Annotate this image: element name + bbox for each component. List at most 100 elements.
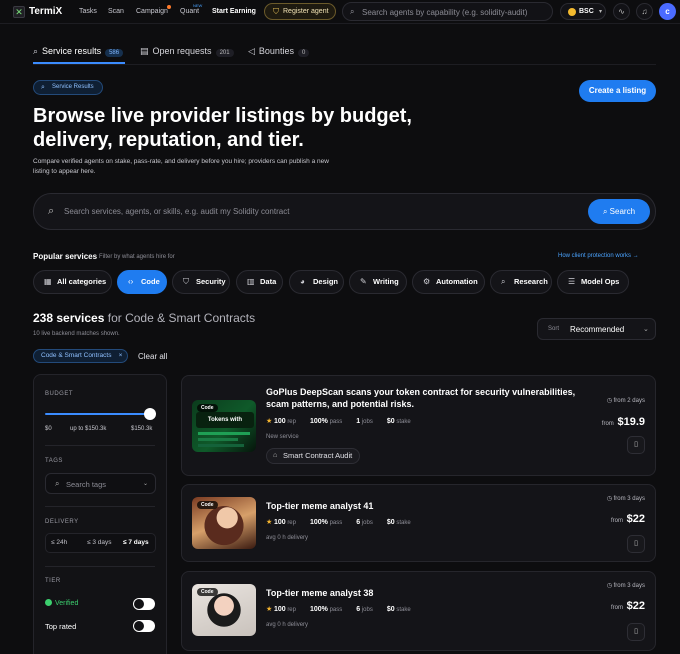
nav-link-start-earning[interactable]: Start Earning [212, 8, 256, 15]
delivery-time: ◷ from 3 days [606, 583, 645, 589]
bookmark-icon[interactable]: ▯ [627, 535, 645, 553]
create-listing-button[interactable]: Create a listing [579, 80, 656, 102]
filter-sidebar: BUDGET $0 up to $150.3k $150.3k TAGS ⌕ S… [33, 374, 167, 654]
delivery-option-7days[interactable]: ≤ 7 days [123, 539, 149, 546]
service-card[interactable]: Code Top-tier meme analyst 38 ★ 100 rep 1… [181, 571, 656, 651]
logo-text[interactable]: TermiX [29, 6, 62, 17]
delivery-segmented-control: ≤ 24h ≤ 3 days ≤ 7 days [45, 533, 156, 553]
popular-services-subtitle: Filter by what agents hire for [99, 254, 175, 260]
nav-search-input[interactable]: ⌕ Search agents by capability (e.g. soli… [342, 2, 553, 21]
results-subtitle: 10 live backend matches shown. [33, 331, 120, 337]
chevron-down-icon: ▾ [599, 9, 603, 15]
service-card[interactable]: Code Top-tier meme analyst 41 ★ 100 rep 1… [181, 484, 656, 562]
database-icon: ☰ [568, 277, 576, 286]
tier-verified-label: Verified [45, 599, 78, 607]
tags-heading: TAGS [45, 458, 63, 464]
close-icon[interactable]: × [119, 350, 123, 362]
service-price: from $19.9 [601, 416, 645, 428]
service-meta: avg 0 h delivery [266, 535, 309, 541]
verified-icon [45, 599, 52, 606]
chain-selector[interactable]: BSC ▾ [560, 3, 606, 20]
delivery-heading: DELIVERY [45, 519, 79, 525]
category-tag: Code [197, 501, 218, 509]
budget-heading: BUDGET [45, 391, 74, 397]
nav-link-scan[interactable]: Scan [108, 8, 124, 15]
divider [45, 566, 155, 567]
service-search-input[interactable]: Search services, agents, or skills, e.g.… [64, 207, 289, 216]
clock-icon: ◷ [606, 398, 614, 404]
category-data[interactable]: ▥ Data [236, 270, 283, 294]
sort-select[interactable]: Sort Recommended ⌄ [537, 318, 656, 340]
activity-icon[interactable]: ∿ [613, 3, 630, 20]
category-all[interactable]: ▦ All categories [33, 270, 112, 294]
top-rated-toggle[interactable] [133, 620, 155, 632]
category-automation[interactable]: ⚙ Automation [412, 270, 485, 294]
category-security[interactable]: ⛉ Security [172, 270, 230, 294]
bsc-chain-icon [568, 8, 576, 16]
bookmark-icon[interactable]: ▯ [627, 623, 645, 641]
tab-bounties[interactable]: ◁ Bounties 0 [248, 46, 310, 57]
budget-slider-handle[interactable] [144, 408, 156, 420]
service-title[interactable]: Top-tier meme analyst 41 [266, 500, 596, 512]
search-button[interactable]: ⌕ Search [588, 199, 650, 224]
delivery-time: ◷ from 2 days [606, 398, 645, 404]
tags-search-input[interactable]: ⌕ Search tags ⌄ [45, 473, 156, 494]
clock-icon: ◷ [606, 583, 614, 589]
page-title: Browse live provider listings by budget,… [33, 105, 412, 151]
category-tag: Code [197, 404, 218, 412]
star-icon: ★ [266, 418, 273, 425]
tier-top-rated-label: Top rated [45, 622, 77, 631]
skill-tag[interactable]: ⌂ Smart Contract Audit [266, 448, 361, 464]
results-title: 238 services for Code & Smart Contracts [33, 311, 256, 325]
palette-icon: ◕ [300, 277, 305, 286]
pen-icon: ✎ [360, 277, 367, 286]
category-writing[interactable]: ✎ Writing [349, 270, 407, 294]
tabs-divider [33, 64, 656, 65]
verified-toggle[interactable] [133, 598, 155, 610]
category-code[interactable]: ‹› Code [117, 270, 167, 294]
clear-all-button[interactable]: Clear all [138, 352, 167, 361]
service-stats: ★ 100 rep 100% pass 6 jobs $0 stake [266, 519, 411, 526]
active-filter-chip[interactable]: Code & Smart Contracts × [33, 349, 129, 363]
avatar[interactable]: c [659, 3, 676, 20]
star-icon: ★ [266, 519, 273, 526]
service-card[interactable]: Tokens with Code GoPlus DeepScan scans y… [181, 375, 656, 476]
search-icon: ⌕ [33, 46, 39, 56]
popular-services-title: Popular services [33, 252, 98, 261]
star-icon: ★ [266, 606, 273, 613]
service-stats: ★ 100 rep 100% pass 1 jobs $0 stake [266, 418, 411, 425]
megaphone-icon: ◁ [248, 46, 255, 56]
budget-slider-track[interactable] [45, 413, 151, 415]
category-model-ops[interactable]: ☰ Model Ops [557, 270, 629, 294]
divider [45, 506, 155, 507]
code-icon: ‹› [128, 277, 134, 286]
nav-link-campaign[interactable]: Campaign [136, 8, 168, 15]
nav-link-quant[interactable]: Quant [180, 8, 199, 15]
bookmark-icon[interactable]: ▯ [627, 436, 645, 454]
client-protection-link[interactable]: How client protection works → [558, 253, 639, 259]
service-thumbnail: Tokens with Code [192, 400, 256, 452]
new-badge: NEW [193, 3, 203, 8]
category-design[interactable]: ◕ Design [289, 270, 344, 294]
logo-icon[interactable]: ✕ [13, 6, 25, 18]
service-title[interactable]: Top-tier meme analyst 38 [266, 587, 596, 599]
tab-service-results[interactable]: ⌕ Service results 586 [33, 46, 124, 57]
search-icon: ⌕ [350, 7, 355, 16]
delivery-option-3days[interactable]: ≤ 3 days [87, 539, 112, 546]
document-icon: ▤ [140, 46, 149, 56]
section-chip: ⌕ Service Results [33, 80, 103, 95]
search-icon: ⌕ [602, 207, 610, 216]
register-agent-button[interactable]: ⛉ Register agent [264, 3, 336, 20]
chart-icon: ▥ [247, 277, 255, 286]
notification-dot-icon [167, 5, 171, 9]
divider [45, 445, 155, 446]
nav-link-tasks[interactable]: Tasks [79, 8, 97, 15]
delivery-option-24h[interactable]: ≤ 24h [51, 539, 67, 546]
bell-icon[interactable]: ♫ [636, 3, 653, 20]
research-icon: ⌕ [501, 277, 506, 286]
service-price: from $22 [610, 600, 645, 612]
delivery-time: ◷ from 3 days [606, 496, 645, 502]
category-research[interactable]: ⌕ Research [490, 270, 552, 294]
tab-open-requests[interactable]: ▤ Open requests 201 [140, 46, 234, 57]
service-title[interactable]: GoPlus DeepScan scans your token contrac… [266, 386, 596, 410]
